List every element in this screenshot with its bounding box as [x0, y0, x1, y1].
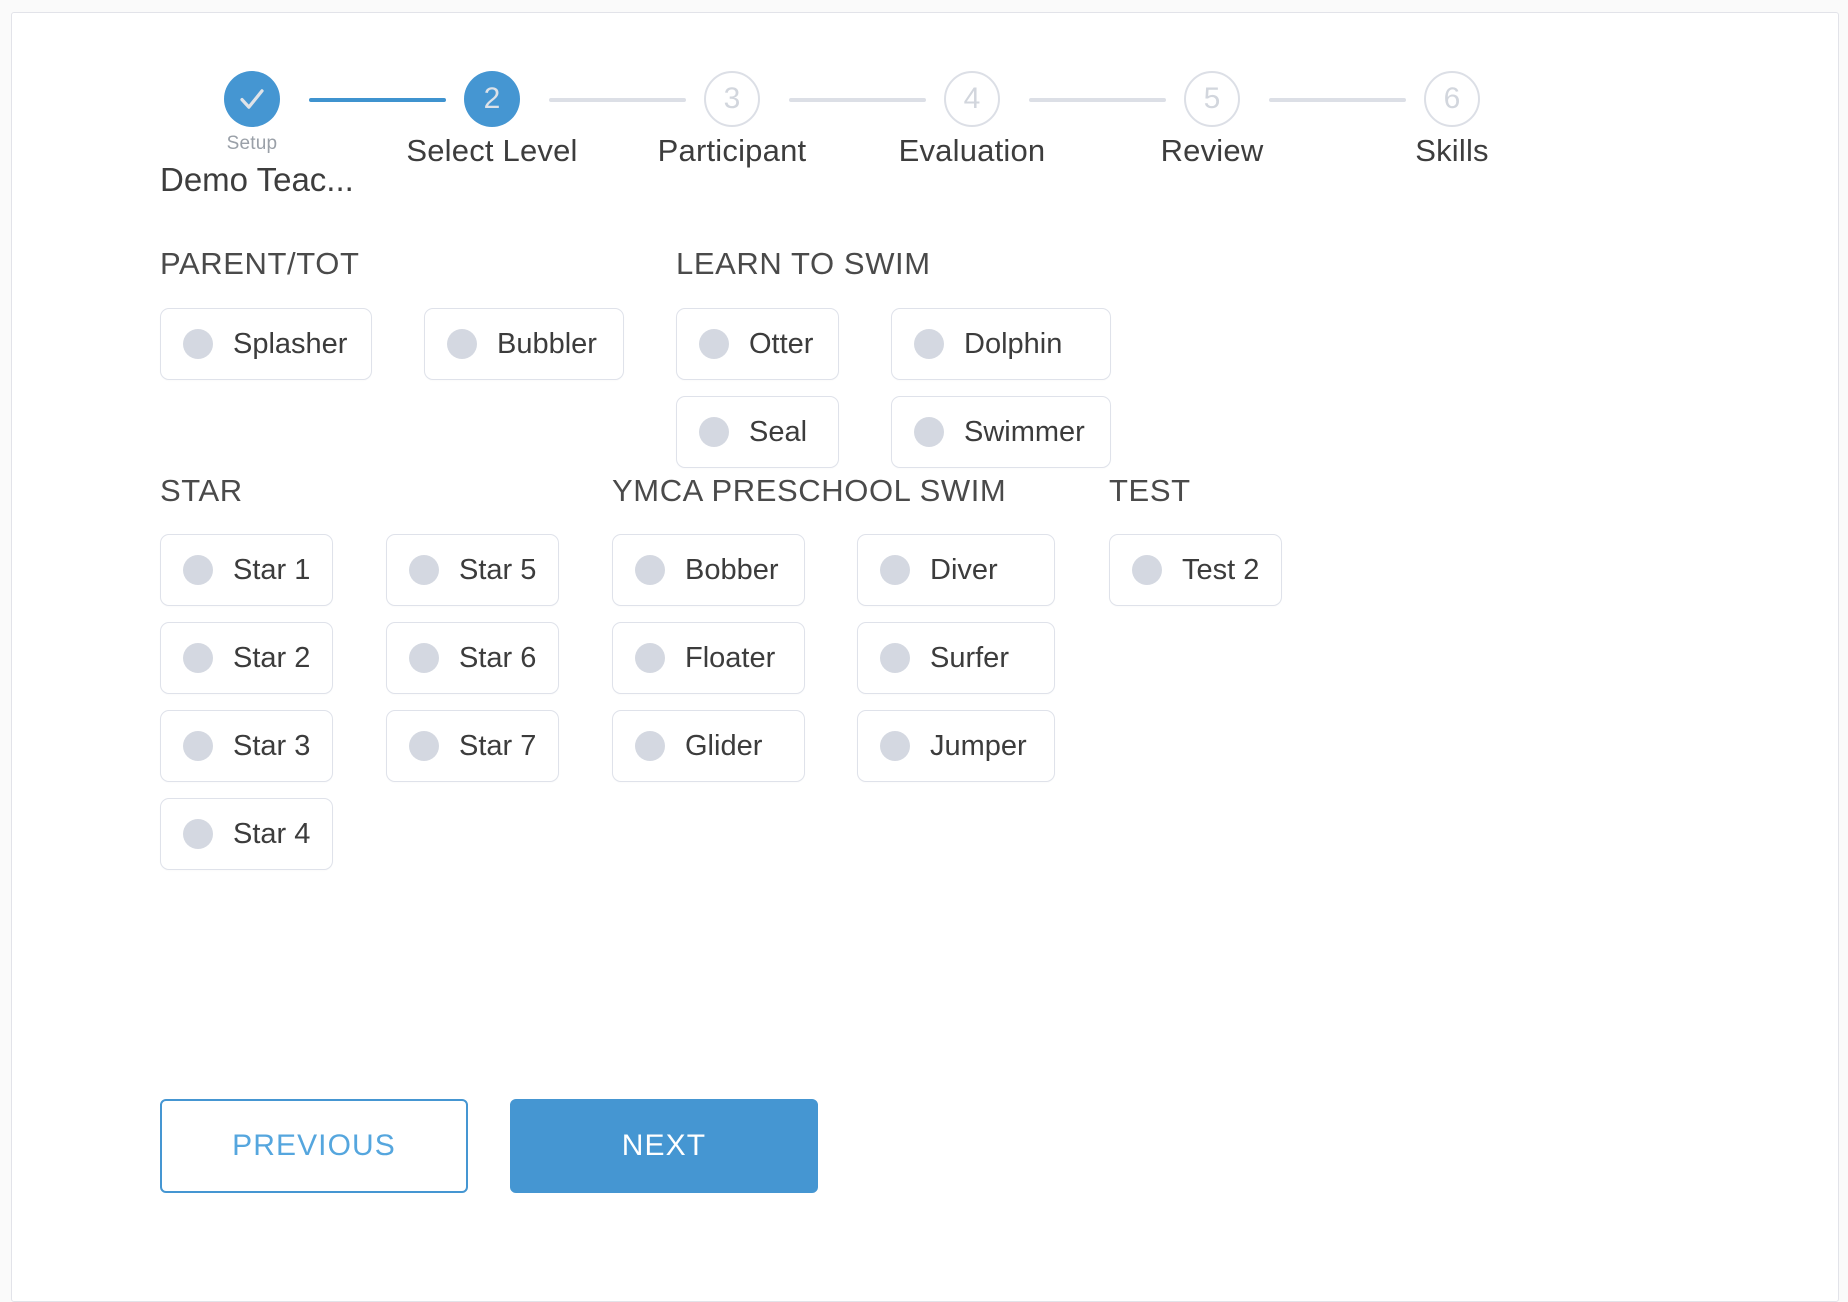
check-icon — [224, 71, 280, 127]
level-option-label: Star 3 — [233, 729, 311, 762]
level-option-label: Seal — [749, 415, 808, 448]
stepper-step-4-number: 4 — [944, 71, 1000, 127]
level-option-splasher[interactable]: Splasher — [160, 308, 372, 380]
section-title-ymca-preschool: YMCA PRESCHOOL SWIM — [612, 473, 1007, 508]
level-option-label: Otter — [749, 327, 814, 360]
level-option-star-2[interactable]: Star 2 — [160, 622, 333, 694]
level-option-dolphin[interactable]: Dolphin — [891, 308, 1111, 380]
radio-icon — [1132, 555, 1162, 585]
stepper-step-review[interactable]: 5 Review — [1092, 71, 1332, 169]
level-option-surfer[interactable]: Surfer — [857, 622, 1055, 694]
level-option-label: Star 5 — [459, 553, 537, 586]
radio-icon — [699, 417, 729, 447]
stepper-step-participant[interactable]: 3 Participant — [612, 71, 852, 169]
level-option-star-5[interactable]: Star 5 — [386, 534, 559, 606]
level-option-label: Glider — [685, 729, 763, 762]
level-option-label: Star 7 — [459, 729, 537, 762]
level-option-label: Star 6 — [459, 641, 537, 674]
level-option-label: Floater — [685, 641, 776, 674]
level-option-star-7[interactable]: Star 7 — [386, 710, 559, 782]
stepper-step-evaluation-label: Evaluation — [898, 133, 1046, 168]
level-option-otter[interactable]: Otter — [676, 308, 839, 380]
radio-icon — [447, 329, 477, 359]
level-option-label: Jumper — [930, 729, 1027, 762]
stepper-step-participant-label: Participant — [657, 133, 807, 168]
level-option-label: Swimmer — [964, 415, 1085, 448]
next-button[interactable]: NEXT — [510, 1099, 818, 1193]
stepper-step-skills[interactable]: 6 Skills — [1332, 71, 1572, 169]
radio-icon — [409, 731, 439, 761]
level-option-star-3[interactable]: Star 3 — [160, 710, 333, 782]
stepper-step-skills-label: Skills — [1415, 133, 1489, 168]
stepper-step-6-number: 6 — [1424, 71, 1480, 127]
level-option-label: Test 2 — [1182, 553, 1260, 586]
level-option-star-1[interactable]: Star 1 — [160, 534, 333, 606]
setup-teacher-name: Demo Teac... — [160, 161, 354, 198]
stepper-step-select-level[interactable]: 2 Select Level — [372, 71, 612, 169]
level-option-label: Star 4 — [233, 817, 311, 850]
radio-icon — [183, 819, 213, 849]
level-option-bobber[interactable]: Bobber — [612, 534, 805, 606]
radio-icon — [635, 555, 665, 585]
level-option-star-4[interactable]: Star 4 — [160, 798, 333, 870]
level-option-label: Diver — [930, 553, 998, 586]
stepper-step-evaluation[interactable]: 4 Evaluation — [852, 71, 1092, 169]
radio-icon — [914, 417, 944, 447]
stepper-step-2-number: 2 — [464, 71, 520, 127]
level-option-label: Splasher — [233, 327, 348, 360]
level-option-diver[interactable]: Diver — [857, 534, 1055, 606]
level-option-label: Surfer — [930, 641, 1009, 674]
level-option-bubbler[interactable]: Bubbler — [424, 308, 624, 380]
level-option-floater[interactable]: Floater — [612, 622, 805, 694]
stepper-step-3-number: 3 — [704, 71, 760, 127]
previous-button[interactable]: PREVIOUS — [160, 1099, 468, 1193]
radio-icon — [635, 731, 665, 761]
level-option-swimmer[interactable]: Swimmer — [891, 396, 1111, 468]
radio-icon — [183, 643, 213, 673]
level-option-label: Bubbler — [497, 327, 597, 360]
radio-icon — [409, 643, 439, 673]
section-title-star: STAR — [160, 473, 243, 508]
wizard-card: Setup 2 Select Level 3 Participant 4 Eva… — [11, 12, 1839, 1302]
level-option-star-6[interactable]: Star 6 — [386, 622, 559, 694]
level-option-jumper[interactable]: Jumper — [857, 710, 1055, 782]
radio-icon — [635, 643, 665, 673]
radio-icon — [183, 731, 213, 761]
level-option-seal[interactable]: Seal — [676, 396, 839, 468]
radio-icon — [699, 329, 729, 359]
radio-icon — [880, 731, 910, 761]
radio-icon — [880, 643, 910, 673]
radio-icon — [409, 555, 439, 585]
radio-icon — [183, 555, 213, 585]
level-option-label: Bobber — [685, 553, 779, 586]
level-option-label: Star 2 — [233, 641, 311, 674]
stepper-step-select-level-label: Select Level — [406, 133, 578, 168]
section-title-parent-tot: PARENT/TOT — [160, 246, 360, 281]
radio-icon — [914, 329, 944, 359]
stepper-step-5-number: 5 — [1184, 71, 1240, 127]
radio-icon — [880, 555, 910, 585]
level-option-label: Star 1 — [233, 553, 311, 586]
stepper-step-setup[interactable]: Setup — [132, 71, 372, 155]
radio-icon — [183, 329, 213, 359]
stepper-step-review-label: Review — [1160, 133, 1264, 168]
section-title-test: TEST — [1109, 473, 1191, 508]
section-title-learn-to-swim: LEARN TO SWIM — [676, 246, 931, 281]
level-option-test-2[interactable]: Test 2 — [1109, 534, 1282, 606]
level-option-label: Dolphin — [964, 327, 1063, 360]
stepper-step-setup-label: Setup — [226, 133, 278, 154]
level-option-glider[interactable]: Glider — [612, 710, 805, 782]
